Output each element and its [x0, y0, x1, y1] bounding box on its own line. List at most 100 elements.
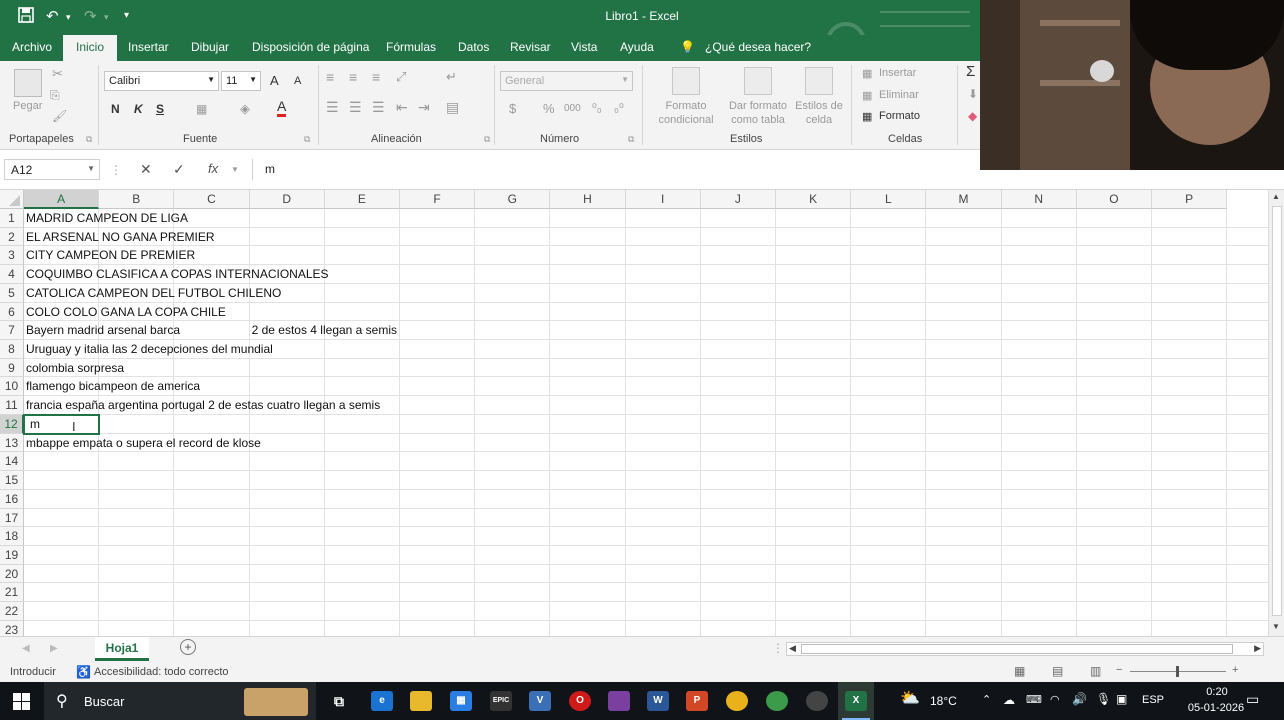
chrome-icon[interactable] — [726, 691, 748, 711]
cell-a5[interactable]: CATOLICA CAMPEON DEL FUTBOL CHILENO — [26, 284, 281, 303]
page-layout-icon[interactable]: ▤ — [1052, 664, 1063, 678]
cell-a9[interactable]: colombia sorpresa — [26, 359, 124, 378]
action-center-icon[interactable]: ▭ — [1246, 691, 1259, 708]
align-center-icon[interactable]: ☰ — [349, 99, 362, 116]
cell-d7[interactable]: 2 de estos 4 llegan a semis — [252, 321, 397, 340]
insert-function-button[interactable]: fx — [208, 161, 218, 176]
column-header-k[interactable]: K — [776, 190, 852, 209]
add-sheet-icon[interactable]: + — [180, 639, 196, 655]
column-header-m[interactable]: M — [926, 190, 1002, 209]
row-header-18[interactable]: 18 — [0, 527, 24, 546]
cell-a11[interactable]: francia españa argentina portugal 2 de e… — [26, 396, 380, 415]
clipboard-launcher-icon[interactable]: ⧉ — [86, 134, 92, 145]
conditional-format-button[interactable]: Formato condicional — [650, 99, 722, 127]
obs-icon[interactable] — [806, 691, 828, 711]
thousands-button[interactable]: 000 — [564, 103, 581, 114]
column-header-c[interactable]: C — [174, 190, 250, 209]
horizontal-scrollbar[interactable]: ◀ ▶ — [786, 642, 1264, 656]
column-header-a[interactable]: A — [24, 190, 100, 209]
font-name-select[interactable]: Calibri ▼ — [104, 71, 219, 91]
file-explorer-icon[interactable] — [410, 691, 432, 711]
row-header-15[interactable]: 15 — [0, 471, 24, 490]
decrease-decimal-icon[interactable]: ₀⁰ — [614, 101, 624, 115]
microphone-icon[interactable]: 🎙 — [1096, 692, 1111, 706]
opera-icon[interactable]: O — [569, 691, 591, 711]
column-header-j[interactable]: J — [700, 190, 776, 209]
edge-icon[interactable]: e — [371, 691, 393, 711]
italic-button[interactable]: K — [134, 102, 143, 116]
font-launcher-icon[interactable]: ⧉ — [304, 134, 310, 145]
align-bottom-icon[interactable]: ≡ — [372, 69, 380, 85]
cancel-icon[interactable]: ✕ — [140, 161, 152, 178]
row-header-6[interactable]: 6 — [0, 302, 24, 322]
media-app-icon[interactable] — [608, 691, 630, 711]
row-header-19[interactable]: 19 — [0, 545, 24, 565]
cell-styles-icon[interactable] — [805, 67, 833, 95]
row-header-12[interactable]: 12 — [0, 414, 24, 434]
zoom-in-icon[interactable]: + — [1232, 664, 1238, 676]
copy-icon[interactable]: ⎘ — [50, 88, 60, 103]
decrease-indent-icon[interactable]: ⇤ — [396, 99, 408, 116]
column-header-e[interactable]: E — [324, 190, 400, 209]
tab-disposicion[interactable]: Disposición de página — [252, 40, 369, 54]
borders-icon[interactable]: ▦ — [196, 102, 207, 116]
column-header-n[interactable]: N — [1001, 190, 1077, 209]
tab-vista[interactable]: Vista — [571, 40, 597, 54]
taskbar-excel-active[interactable]: X — [838, 682, 874, 720]
orientation-icon[interactable]: ⤢ — [396, 69, 406, 85]
tab-archivo[interactable]: Archivo — [12, 40, 52, 54]
format-painter-icon[interactable]: 🖌 — [52, 109, 67, 123]
epic-games-icon[interactable]: EPIC — [490, 691, 512, 711]
keyboard-icon[interactable]: ⌨ — [1026, 693, 1042, 706]
row-header-2[interactable]: 2 — [0, 227, 24, 247]
cell-a7[interactable]: Bayern madrid arsenal barca — [26, 321, 180, 340]
taskbar-search[interactable]: ⚲ Buscar — [44, 682, 316, 720]
row-header-7[interactable]: 7 — [0, 321, 24, 341]
row-header-22[interactable]: 22 — [0, 602, 24, 621]
tab-dibujar[interactable]: Dibujar — [191, 40, 229, 54]
task-view-icon[interactable]: ⧉ — [328, 691, 350, 711]
insert-cells-icon[interactable]: ▦ — [862, 67, 872, 80]
scroll-left-icon[interactable]: ◀ — [789, 643, 796, 654]
volume-icon[interactable]: 🔊 — [1072, 692, 1087, 706]
page-break-icon[interactable]: ▥ — [1090, 664, 1101, 678]
row-header-8[interactable]: 8 — [0, 340, 24, 359]
fill-color-icon[interactable]: ◈ — [240, 101, 250, 117]
row-header-11[interactable]: 11 — [0, 396, 24, 415]
row-header-5[interactable]: 5 — [0, 283, 24, 303]
insert-cells-button[interactable]: Insertar — [879, 67, 916, 79]
vertical-scrollbar[interactable]: ▲ ▼ — [1268, 190, 1284, 636]
row-header-3[interactable]: 3 — [0, 246, 24, 266]
accessibility-status[interactable]: Accesibilidad: todo correcto — [94, 666, 229, 678]
underline-button[interactable]: S — [156, 102, 164, 116]
name-box[interactable]: A12 ▼ — [4, 159, 100, 180]
number-format-select[interactable]: General ▼ — [500, 71, 633, 91]
sheet-tab-hoja1[interactable]: Hoja1 — [95, 637, 149, 661]
row-header-13[interactable]: 13 — [0, 433, 24, 453]
row-header-4[interactable]: 4 — [0, 265, 24, 284]
column-header-g[interactable]: G — [475, 190, 551, 209]
column-header-d[interactable]: D — [249, 190, 325, 209]
prev-sheet-icon[interactable]: ◀ — [22, 643, 30, 654]
row-header-14[interactable]: 14 — [0, 452, 24, 472]
bold-button[interactable]: N — [111, 102, 120, 116]
format-cells-button[interactable]: Formato — [879, 110, 920, 122]
v-app-icon[interactable]: V — [529, 691, 551, 711]
column-header-p[interactable]: P — [1152, 190, 1228, 209]
tab-revisar[interactable]: Revisar — [510, 40, 551, 54]
enter-icon[interactable]: ✓ — [173, 161, 185, 178]
cell-a10[interactable]: flamengo bicampeon de america — [26, 377, 200, 396]
align-left-icon[interactable]: ☰ — [326, 99, 339, 116]
weather-temp[interactable]: 18°C — [930, 694, 957, 708]
delete-cells-button[interactable]: Eliminar — [879, 89, 919, 101]
cell-a1[interactable]: MADRID CAMPEON DE LIGA — [26, 209, 188, 228]
tab-datos[interactable]: Datos — [458, 40, 489, 54]
clock-date[interactable]: 05-01-2026 — [1176, 702, 1256, 714]
percent-button[interactable]: % — [543, 101, 555, 116]
tell-me-search[interactable]: ¿Qué desea hacer? — [705, 40, 811, 54]
clear-icon[interactable]: ◆ — [968, 109, 977, 123]
merge-center-icon[interactable]: ▤ — [446, 99, 459, 116]
row-header-21[interactable]: 21 — [0, 583, 24, 603]
tab-ayuda[interactable]: Ayuda — [620, 40, 654, 54]
cut-icon[interactable]: ✂ — [52, 66, 63, 82]
